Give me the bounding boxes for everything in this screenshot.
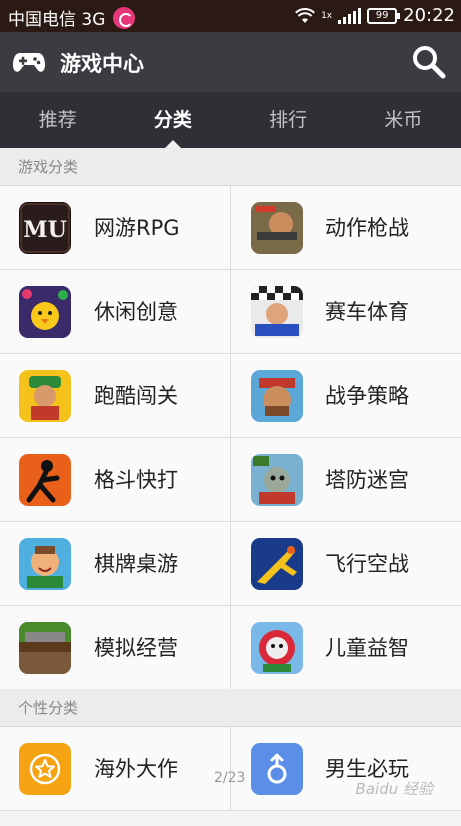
message-notification-icon (113, 6, 136, 29)
tab-recommend[interactable]: 推荐 (0, 92, 115, 148)
action-shooter-icon (251, 202, 303, 254)
tab-bar: 推荐 分类 排行 米币 (0, 92, 461, 148)
tab-categories[interactable]: 分类 (115, 92, 230, 148)
male-icon (251, 743, 303, 795)
page-title: 游戏中心 (60, 52, 144, 76)
category-label: 赛车体育 (325, 300, 409, 324)
category-kids-puzzle[interactable]: 儿童益智 (231, 606, 461, 690)
category-air-combat[interactable]: 飞行空战 (231, 522, 461, 606)
svg-text:MU: MU (23, 217, 67, 243)
racing-icon (251, 286, 303, 338)
clock: 20:22 (403, 5, 455, 26)
category-strategy[interactable]: 战争策略 (231, 354, 461, 438)
category-casual[interactable]: 休闲创意 (0, 270, 231, 354)
status-right: 1x 99 20:22 (295, 5, 455, 26)
mmorpg-icon: MU (19, 202, 71, 254)
category-label: 格斗快打 (94, 468, 178, 492)
fighting-icon (19, 454, 71, 506)
category-racing[interactable]: 赛车体育 (231, 270, 461, 354)
category-label: 飞行空战 (325, 552, 409, 576)
section-header-game-categories: 游戏分类 (0, 148, 461, 186)
category-simulation[interactable]: 模拟经营 (0, 606, 231, 690)
simulation-icon (19, 622, 71, 674)
page-indicator: 2/23 (214, 770, 246, 786)
signal-strength-icon (338, 7, 362, 24)
category-label: 休闲创意 (94, 300, 178, 324)
category-overseas-hits[interactable]: 海外大作 (0, 727, 231, 811)
tab-mi-coins[interactable]: 米币 (346, 92, 461, 148)
category-label: 网游RPG (94, 216, 180, 240)
category-tower-defense[interactable]: 塔防迷宫 (231, 438, 461, 522)
watermark: Baidu 经验 (355, 780, 433, 798)
game-category-grid: MU 网游RPG 动作枪战 休闲创意 赛车体育 跑酷闯关 战争策略 格斗快打 塔… (0, 186, 461, 690)
casual-icon (19, 286, 71, 338)
category-board-game[interactable]: 棋牌桌游 (0, 522, 231, 606)
category-label: 棋牌桌游 (94, 552, 178, 576)
kids-puzzle-icon (251, 622, 303, 674)
category-label: 模拟经营 (94, 636, 178, 660)
category-label: 塔防迷宫 (325, 468, 409, 492)
parkour-icon (19, 370, 71, 422)
wifi-icon (295, 7, 315, 24)
status-left: 中国电信 3G (8, 5, 136, 30)
category-label: 跑酷闯关 (94, 384, 178, 408)
status-bar: 中国电信 3G 1x 99 20:22 (0, 0, 461, 32)
category-label: 战争策略 (325, 384, 409, 408)
tower-defense-icon (251, 454, 303, 506)
gamepad-icon (12, 47, 46, 77)
app-header: 游戏中心 (0, 32, 461, 92)
category-label: 动作枪战 (325, 216, 409, 240)
tab-ranking[interactable]: 排行 (231, 92, 346, 148)
category-parkour[interactable]: 跑酷闯关 (0, 354, 231, 438)
strategy-icon (251, 370, 303, 422)
network-type-label: 1x (321, 10, 333, 21)
category-label: 儿童益智 (325, 636, 409, 660)
category-fighting[interactable]: 格斗快打 (0, 438, 231, 522)
section-header-personal-categories: 个性分类 (0, 689, 461, 727)
air-combat-icon (251, 538, 303, 590)
category-label: 海外大作 (94, 757, 178, 781)
search-icon[interactable] (411, 44, 447, 80)
category-action-shooter[interactable]: 动作枪战 (231, 186, 461, 270)
category-mmorpg[interactable]: MU 网游RPG (0, 186, 231, 270)
carrier-label: 中国电信 3G (8, 10, 106, 30)
board-game-icon (19, 538, 71, 590)
star-icon (19, 743, 71, 795)
battery-icon: 99 (367, 7, 401, 24)
